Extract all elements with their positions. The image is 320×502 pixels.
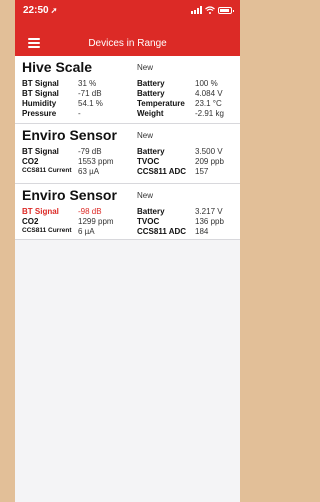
wifi-icon	[205, 6, 215, 14]
label: Battery	[137, 207, 165, 216]
value: -	[78, 109, 81, 118]
label: TVOC	[137, 157, 160, 166]
label: CO2	[22, 157, 39, 166]
page-title: Devices in Range	[88, 38, 167, 49]
label: Temperature	[137, 99, 185, 108]
label: BT Signal	[22, 79, 59, 88]
device-card-enviro-sensor[interactable]: Enviro Sensor New BT Signal -98 dB Batte…	[15, 184, 240, 240]
value: 3.500 V	[195, 147, 223, 156]
value: 1553 ppm	[78, 157, 114, 166]
data-row: Humidity 54.1 % Temperature 23.1 °C	[15, 99, 240, 109]
value: -79 dB	[78, 147, 102, 156]
label: BT Signal	[22, 147, 59, 156]
label: Battery	[137, 147, 165, 156]
device-status: New	[137, 191, 154, 200]
device-name: Enviro Sensor	[22, 187, 117, 203]
device-card-hive-scale[interactable]: Hive Scale New BT Signal 31 % Battery 10…	[15, 56, 240, 124]
data-row: CO2 1299 ppm TVOC 136 ppb	[15, 217, 240, 227]
value: -2.91 kg	[195, 109, 224, 118]
value: 23.1 °C	[195, 99, 222, 108]
data-row: CO2 1553 ppm TVOC 209 ppb	[15, 157, 240, 167]
label: Pressure	[22, 109, 57, 118]
status-time-text: 22:50	[23, 5, 49, 16]
location-icon: ➚	[50, 6, 58, 15]
status-time: 22:50 ➚	[23, 5, 57, 16]
data-row: CCS811 Current 6 µA CCS811 ADC 184	[15, 227, 240, 237]
value: 184	[195, 227, 209, 236]
label: BT Signal	[22, 89, 59, 98]
label: CCS811 Current	[22, 167, 72, 174]
device-list[interactable]: Hive Scale New BT Signal 31 % Battery 10…	[15, 56, 240, 240]
data-row: BT Signal -79 dB Battery 3.500 V	[15, 147, 240, 157]
data-row: Pressure - Weight -2.91 kg	[15, 109, 240, 119]
data-row: BT Signal -71 dB Battery 4.084 V	[15, 89, 240, 99]
label: Weight	[137, 109, 164, 118]
value: 4.084 V	[195, 89, 223, 98]
device-name: Hive Scale	[22, 59, 93, 75]
status-indicators	[191, 6, 234, 14]
signal-icon	[191, 6, 202, 14]
device-name: Enviro Sensor	[22, 127, 117, 143]
label: CO2	[22, 217, 39, 226]
data-row: CCS811 Current 63 µA CCS811 ADC 157	[15, 167, 240, 177]
device-status: New	[137, 63, 154, 72]
battery-icon	[218, 7, 234, 14]
label: Battery	[137, 79, 165, 88]
device-card-enviro-sensor[interactable]: Enviro Sensor New BT Signal -79 dB Batte…	[15, 124, 240, 184]
value: -98 dB	[78, 207, 102, 216]
value: 54.1 %	[78, 99, 103, 108]
value: 100 %	[195, 79, 218, 88]
value: 6 µA	[78, 227, 95, 236]
value: 1299 ppm	[78, 217, 114, 226]
value: 3.217 V	[195, 207, 223, 216]
navigation-bar: 22:50 ➚ Devices in Range	[15, 0, 240, 56]
value: 136 ppb	[195, 217, 224, 226]
value: 31 %	[78, 79, 97, 88]
label: TVOC	[137, 217, 160, 226]
value: 157	[195, 167, 209, 176]
label: CCS811 ADC	[137, 167, 187, 176]
data-row: BT Signal -98 dB Battery 3.217 V	[15, 207, 240, 217]
device-status: New	[137, 131, 154, 140]
label: Humidity	[22, 99, 57, 108]
label: Battery	[137, 89, 165, 98]
label: CCS811 ADC	[137, 227, 187, 236]
value: -71 dB	[78, 89, 102, 98]
label: CCS811 Current	[22, 227, 72, 234]
label: BT Signal	[22, 207, 59, 216]
value: 63 µA	[78, 167, 100, 176]
app-screen: 22:50 ➚ Devices in Range Hive Scale New B…	[15, 0, 240, 502]
value: 209 ppb	[195, 157, 224, 166]
data-row: BT Signal 31 % Battery 100 %	[15, 79, 240, 89]
